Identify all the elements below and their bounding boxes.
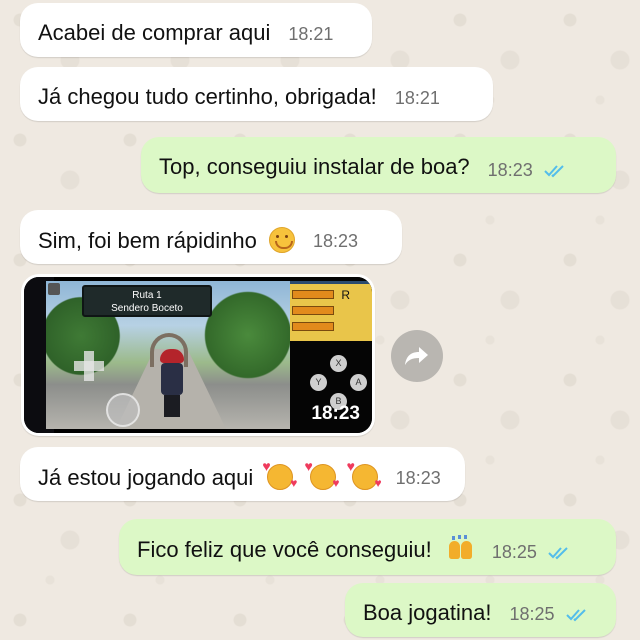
game-scene: Ruta 1 Sendero Boceto [46, 281, 290, 429]
game-screenshot[interactable]: Ruta 1 Sendero Boceto R X Y A B 18:23 [24, 277, 372, 433]
smiling-face-with-hearts-icon [262, 458, 297, 490]
message-text: Já chegou tudo certinho, obrigada! [38, 84, 377, 109]
message-text: Já estou jogando aqui [20, 447, 382, 491]
smiling-face-icon [269, 227, 296, 253]
message-outgoing[interactable]: Top, conseguiu instalar de boa? 18:23 [141, 137, 616, 193]
double-check-icon [544, 165, 564, 178]
message-outgoing[interactable]: Fico feliz que você conseguiu! 18:25 [119, 519, 616, 575]
message-text: Fico feliz que você conseguiu! [119, 519, 474, 563]
message-text: Boa jogatina! [363, 600, 492, 625]
message-incoming[interactable]: Já estou jogando aqui 18:23 [20, 447, 465, 501]
message-text: Acabei de comprar aqui [38, 20, 271, 45]
message-outgoing[interactable]: Boa jogatina! 18:25 [345, 583, 616, 637]
player-character [159, 349, 185, 419]
forward-icon [405, 347, 428, 365]
image-message[interactable]: Ruta 1 Sendero Boceto R X Y A B 18:23 [21, 274, 375, 436]
message-time: 18:25 [492, 542, 570, 563]
double-check-icon [548, 547, 568, 560]
message-text: Top, conseguiu instalar de boa? [159, 154, 470, 179]
double-check-icon [565, 609, 586, 622]
forward-button[interactable] [391, 330, 443, 382]
message-time: 18:23 [313, 231, 359, 251]
smiling-face-with-hearts-icon [347, 458, 382, 490]
message-time: 18:21 [288, 24, 334, 44]
message-time: 18:23 [311, 403, 360, 424]
route-label: Ruta 1 Sendero Boceto [82, 285, 212, 317]
message-time: 18:23 [395, 468, 441, 488]
message-time: 18:23 [488, 160, 566, 181]
message-incoming[interactable]: Sim, foi bem rápidinho 18:23 [20, 210, 402, 264]
raising-hands-icon [448, 536, 474, 562]
smiling-face-with-hearts-icon [305, 458, 340, 490]
message-incoming[interactable]: Já chegou tudo certinho, obrigada! 18:21 [20, 67, 493, 121]
analog-stick-icon [106, 393, 140, 427]
message-time: 18:21 [394, 88, 440, 108]
menu-icon [48, 283, 60, 295]
r-key: R [341, 288, 350, 302]
message-time: 18:25 [509, 604, 587, 625]
message-text: Sim, foi bem rápidinho [20, 210, 296, 254]
dpad-icon [74, 351, 104, 381]
message-incoming[interactable]: Acabei de comprar aqui 18:21 [20, 3, 372, 57]
